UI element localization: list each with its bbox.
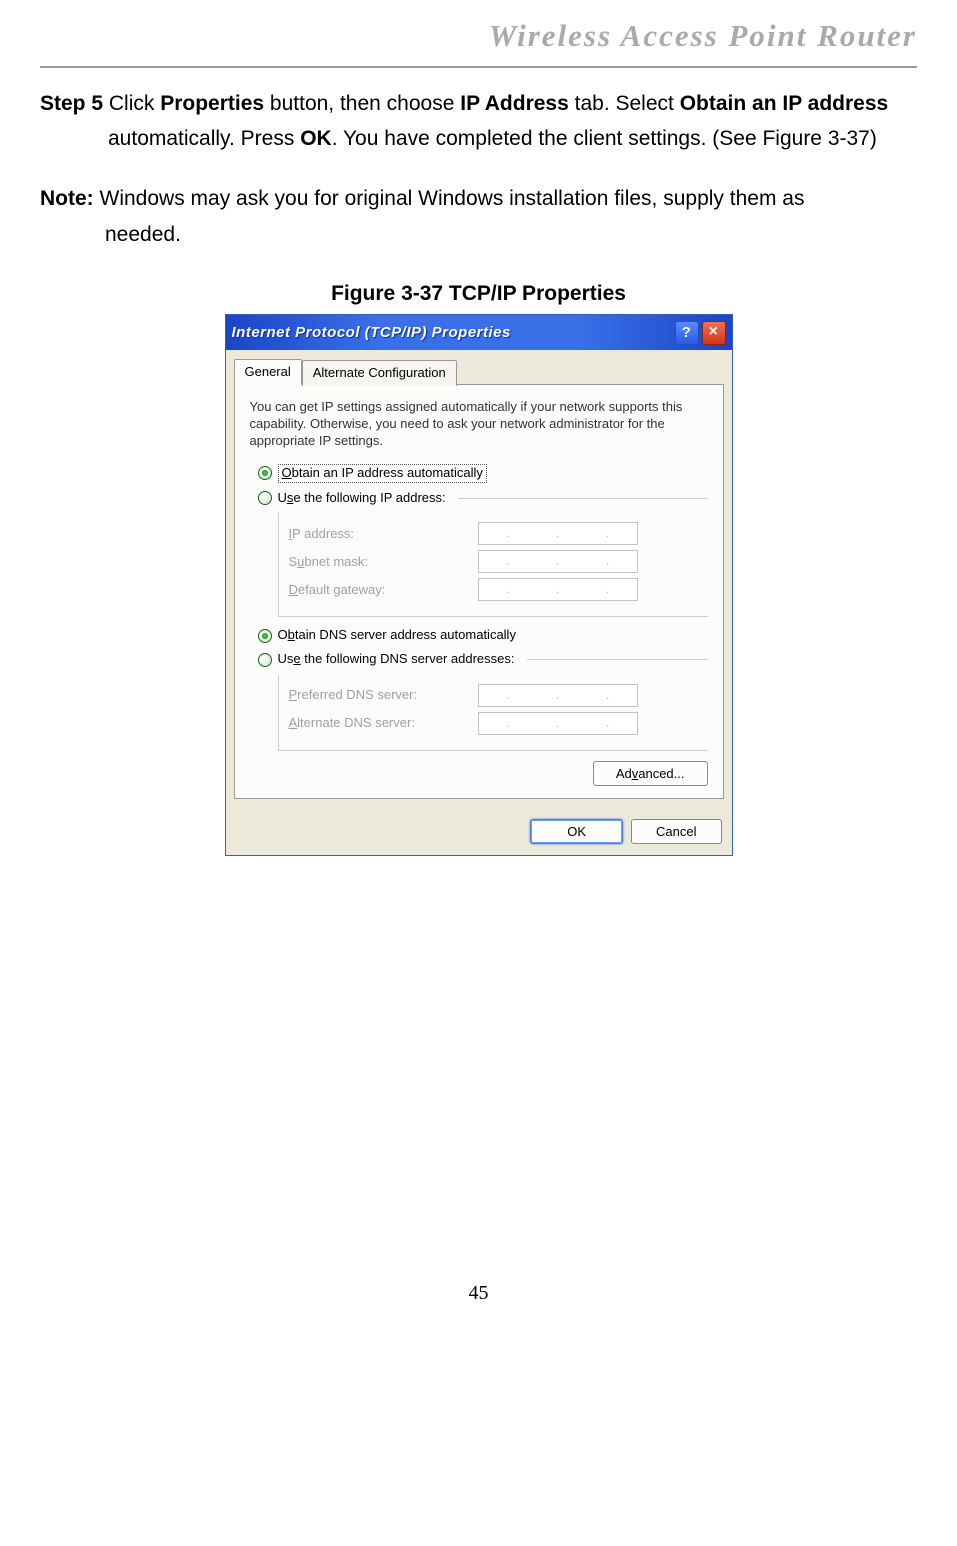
step-label: Step 5 — [40, 92, 103, 115]
label-preferred-dns: Preferred DNS server: — [283, 687, 478, 704]
tab-alternate[interactable]: Alternate Configuration — [302, 360, 457, 386]
step-bold-3: Obtain an IP address — [680, 92, 889, 115]
radio-icon — [258, 466, 272, 480]
page-number: 45 — [40, 1276, 917, 1310]
note-text-inline: Windows may ask you for original Windows… — [94, 187, 805, 210]
step-text-4: automatically. Press — [108, 127, 300, 150]
figure-caption: Figure 3-37 TCP/IP Properties — [40, 276, 917, 312]
step-text-5: . You have completed the client settings… — [332, 127, 877, 150]
ok-button[interactable]: OK — [530, 819, 623, 844]
dialog-buttons: OK Cancel — [226, 807, 732, 855]
input-ip-address[interactable]: ... — [478, 522, 638, 545]
step-bold-2: IP Address — [460, 92, 569, 115]
note-paragraph: Note: Windows may ask you for original W… — [40, 181, 917, 252]
titlebar[interactable]: Internet Protocol (TCP/IP) Properties ? … — [226, 315, 732, 350]
tab-panel: You can get IP settings assigned automat… — [234, 384, 724, 799]
label-default-gateway: Default gateway: — [283, 582, 478, 599]
close-icon[interactable]: × — [702, 321, 726, 345]
tcpip-dialog: Internet Protocol (TCP/IP) Properties ? … — [225, 314, 733, 856]
input-default-gateway[interactable]: ... — [478, 578, 638, 601]
radio-use-following-ip[interactable]: Use the following IP address: — [258, 490, 708, 507]
radio-label-auto-ip: Obtain an IP address automatically — [278, 464, 487, 483]
groupbox-line — [527, 659, 708, 660]
note-text-wrap: needed. — [105, 223, 181, 246]
window-body: General Alternate Configuration You can … — [226, 350, 732, 807]
dns-fields: Preferred DNS server: ... Alternate DNS … — [278, 675, 708, 751]
explain-text: You can get IP settings assigned automat… — [250, 399, 708, 450]
radio-label-auto-dns: Obtain DNS server address automatically — [278, 627, 516, 644]
input-alternate-dns[interactable]: ... — [478, 712, 638, 735]
note-label: Note: — [40, 187, 94, 210]
step-bold-4: OK — [300, 127, 332, 150]
step-text-1: Click — [103, 92, 160, 115]
advanced-button[interactable]: Advanced... — [593, 761, 708, 786]
input-preferred-dns[interactable]: ... — [478, 684, 638, 707]
radio-label-manual-dns: Use the following DNS server addresses: — [278, 651, 515, 668]
dialog-wrapper: Internet Protocol (TCP/IP) Properties ? … — [40, 314, 917, 856]
label-alternate-dns: Alternate DNS server: — [283, 715, 478, 732]
step-text-2: button, then choose — [264, 92, 460, 115]
radio-icon — [258, 653, 272, 667]
ip-fields: IP address: ... Subnet mask: ... Default… — [278, 513, 708, 617]
header-title: Wireless Access Point Router — [40, 10, 917, 63]
document-header: Wireless Access Point Router — [40, 10, 917, 68]
label-ip-address: IP address: — [283, 526, 478, 543]
radio-label-manual-ip: Use the following IP address: — [278, 490, 446, 507]
dialog-title: Internet Protocol (TCP/IP) Properties — [232, 323, 672, 343]
step-bold-1: Properties — [160, 92, 264, 115]
groupbox-line — [458, 498, 708, 499]
radio-icon — [258, 629, 272, 643]
radio-use-following-dns[interactable]: Use the following DNS server addresses: — [258, 651, 708, 668]
input-subnet-mask[interactable]: ... — [478, 550, 638, 573]
step-text-3: tab. Select — [569, 92, 680, 115]
dns-block: Obtain DNS server address automatically … — [250, 627, 708, 751]
help-icon[interactable]: ? — [675, 321, 699, 345]
step-paragraph: Step 5 Click Properties button, then cho… — [40, 86, 917, 157]
radio-obtain-dns-auto[interactable]: Obtain DNS server address automatically — [258, 627, 708, 644]
advanced-row: Advanced... — [250, 761, 708, 786]
radio-obtain-ip-auto[interactable]: Obtain an IP address automatically — [258, 464, 708, 483]
tab-general[interactable]: General — [234, 359, 302, 385]
tabs: General Alternate Configuration — [234, 358, 724, 385]
radio-icon — [258, 491, 272, 505]
label-subnet-mask: Subnet mask: — [283, 554, 478, 571]
cancel-button[interactable]: Cancel — [631, 819, 721, 844]
